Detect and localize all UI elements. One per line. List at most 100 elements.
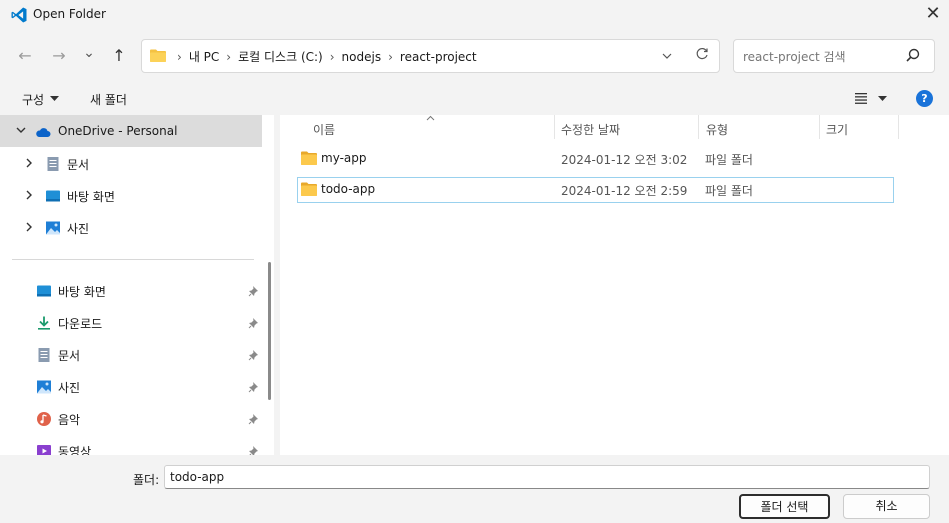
pin-icon[interactable] <box>248 317 260 329</box>
folder-name-input[interactable]: todo-app <box>164 465 930 489</box>
column-header-type[interactable]: 유형 <box>706 121 728 145</box>
chevron-right-icon[interactable] <box>22 222 36 232</box>
address-bar[interactable]: › 내 PC › 로컬 디스크 (C:) › nodejs › react-pr… <box>141 39 720 73</box>
quick-access-music[interactable]: 음악 <box>0 403 262 435</box>
breadcrumb: › 내 PC › 로컬 디스크 (C:) › nodejs › react-pr… <box>170 48 477 65</box>
file-date: 2024-01-12 오전 2:59 <box>561 184 688 198</box>
column-header-date[interactable]: 수정한 날짜 <box>561 121 620 145</box>
nav-divider <box>12 259 254 260</box>
search-box[interactable]: react-project 검색 <box>733 39 935 73</box>
nav-item-label: 문서 <box>58 349 81 363</box>
caret-down-icon <box>50 96 59 101</box>
organize-button[interactable]: 구성 <box>22 91 44 108</box>
column-divider[interactable] <box>898 115 899 139</box>
refresh-icon <box>696 47 708 60</box>
file-row-my-app[interactable]: my-app 2024-01-12 오전 3:02 파일 폴더 <box>297 146 894 172</box>
pin-icon[interactable] <box>248 413 260 425</box>
quick-access-downloads[interactable]: 다운로드 <box>0 307 262 339</box>
quick-access-desktop[interactable]: 바탕 화면 <box>0 275 262 307</box>
cancel-button[interactable]: 취소 <box>843 494 930 519</box>
pin-icon[interactable] <box>248 349 260 361</box>
caret-down-icon[interactable] <box>878 96 887 102</box>
nav-item-pictures[interactable]: 사진 <box>0 211 262 243</box>
chevron-right-icon: › <box>177 49 182 64</box>
column-divider[interactable] <box>698 115 699 139</box>
recent-locations-button[interactable]: ⌄ <box>78 42 100 64</box>
column-divider[interactable] <box>819 115 820 139</box>
chevron-right-icon[interactable] <box>22 158 36 168</box>
select-folder-button[interactable]: 폴더 선택 <box>739 494 830 519</box>
chevron-right-icon[interactable] <box>22 190 36 200</box>
view-options-icon[interactable] <box>854 91 868 105</box>
new-folder-button[interactable]: 새 폴더 <box>90 91 127 108</box>
folder-icon <box>301 182 317 196</box>
quick-access-videos[interactable]: 동영상 <box>0 435 262 455</box>
file-date: 2024-01-12 오전 3:02 <box>561 153 688 167</box>
pin-icon[interactable] <box>248 285 260 297</box>
refresh-button[interactable] <box>692 45 712 67</box>
desktop-icon <box>37 285 51 297</box>
chevron-down-icon <box>662 53 672 59</box>
folder-icon <box>150 49 166 62</box>
column-divider[interactable] <box>554 115 555 139</box>
navigation-pane: OneDrive - Personal 문서 바탕 화면 사진 바탕 화면 다운… <box>0 115 274 455</box>
folder-label: 폴더: <box>133 473 160 487</box>
pin-icon[interactable] <box>248 381 260 393</box>
search-icon <box>906 48 920 62</box>
arrow-right-icon: → <box>52 46 66 65</box>
breadcrumb-nodejs[interactable]: nodejs <box>342 50 382 64</box>
nav-item-label: OneDrive - Personal <box>58 124 178 138</box>
close-button[interactable]: ✕ <box>920 3 946 27</box>
close-icon: ✕ <box>925 3 941 24</box>
help-button[interactable]: ? <box>916 90 933 107</box>
nav-item-label: 바탕 화면 <box>67 190 115 204</box>
vscode-icon <box>11 7 27 23</box>
pin-icon[interactable] <box>248 445 260 455</box>
music-icon <box>37 412 51 426</box>
chevron-down-icon: ⌄ <box>83 45 95 61</box>
nav-item-desktop[interactable]: 바탕 화면 <box>0 179 262 211</box>
file-name: todo-app <box>321 182 376 196</box>
file-row-todo-app[interactable]: todo-app 2024-01-12 오전 2:59 파일 폴더 <box>297 177 894 203</box>
forward-button[interactable]: → <box>48 45 70 67</box>
breadcrumb-this-pc[interactable]: 내 PC <box>189 48 219 65</box>
nav-item-label: 사진 <box>67 222 90 236</box>
cloud-icon <box>36 128 51 137</box>
nav-scrollbar[interactable] <box>268 262 271 400</box>
video-icon <box>37 445 51 455</box>
up-button[interactable]: ↑ <box>108 45 130 67</box>
column-header-name[interactable]: 이름 <box>313 121 335 145</box>
chevron-right-icon: › <box>226 49 232 64</box>
file-type: 파일 폴더 <box>705 153 753 167</box>
column-header-size[interactable]: 크기 <box>826 121 848 145</box>
picture-icon <box>37 380 51 394</box>
help-icon: ? <box>921 92 928 105</box>
document-icon <box>47 157 59 171</box>
quick-access-pictures[interactable]: 사진 <box>0 371 262 403</box>
nav-item-label: 음악 <box>58 413 81 427</box>
file-list: 이름 수정한 날짜 유형 크기 my-app 2024-01-12 오전 3:0… <box>280 115 949 455</box>
nav-item-label: 사진 <box>58 381 81 395</box>
folder-icon <box>301 151 317 165</box>
quick-access-documents[interactable]: 문서 <box>0 339 262 371</box>
chevron-down-icon[interactable] <box>14 126 28 134</box>
breadcrumb-react-project[interactable]: react-project <box>400 50 477 64</box>
nav-item-label: 다운로드 <box>58 317 103 331</box>
window-title: Open Folder <box>33 7 106 21</box>
arrow-up-icon: ↑ <box>112 46 126 65</box>
nav-item-onedrive[interactable]: OneDrive - Personal <box>0 115 262 147</box>
file-type: 파일 폴더 <box>705 184 753 198</box>
download-icon <box>38 316 50 330</box>
document-icon <box>38 348 50 362</box>
desktop-icon <box>46 190 60 202</box>
chevron-right-icon: › <box>388 49 393 64</box>
back-button[interactable]: ← <box>14 45 36 67</box>
nav-item-label: 바탕 화면 <box>58 285 106 299</box>
picture-icon <box>46 221 60 235</box>
breadcrumb-local-disk[interactable]: 로컬 디스크 (C:) <box>238 48 323 65</box>
command-bar: 구성 새 폴더 ? <box>0 83 949 115</box>
search-input[interactable]: react-project 검색 <box>743 48 846 65</box>
address-dropdown-button[interactable] <box>658 46 676 66</box>
nav-item-documents[interactable]: 문서 <box>0 147 262 179</box>
file-name: my-app <box>321 151 367 165</box>
